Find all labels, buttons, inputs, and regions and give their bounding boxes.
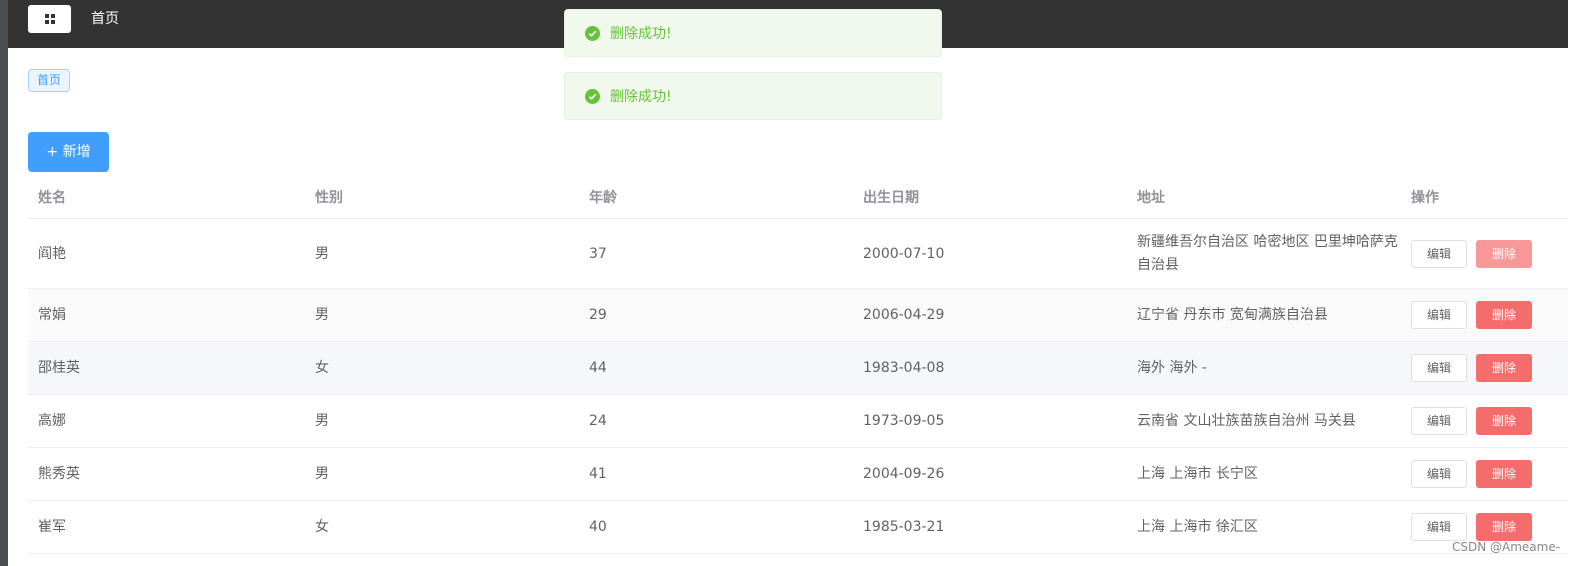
edit-button[interactable]: 编辑 [1411,301,1467,329]
cell-address: 云南省 文山壮族苗族自治州 马关县 [1137,413,1356,429]
edit-button[interactable]: 编辑 [1411,460,1467,488]
cell-age: 29 [589,307,607,323]
cell-name: 崔军 [38,519,66,535]
cell-gender: 男 [315,246,329,262]
table-row: 高娜 男 24 1973-09-05 云南省 文山壮族苗族自治州 马关县 编辑 … [28,395,1568,448]
success-toast: 删除成功! [564,72,942,120]
cell-age: 24 [589,413,607,429]
tab-tag-home[interactable]: 首页 [28,69,71,92]
table-row: 熊秀英 男 41 2004-09-26 上海 上海市 长宁区 编辑 删除 [28,448,1568,501]
cell-age: 37 [589,246,607,262]
column-header-name[interactable]: 姓名 [38,187,66,207]
cell-birthdate: 2000-07-10 [863,246,945,262]
cell-address: 新疆维吾尔自治区 哈密地区 巴里坤哈萨克自治县 [1137,234,1398,273]
check-circle-icon [585,25,600,41]
delete-button[interactable]: 删除 [1476,354,1532,382]
table-row: 常娟 男 29 2006-04-29 辽宁省 丹东市 宽甸满族自治县 编辑 删除 [28,289,1568,342]
cell-address: 上海 上海市 徐汇区 [1137,519,1258,535]
cell-gender: 男 [315,413,329,429]
delete-button[interactable]: 删除 [1476,513,1532,541]
check-circle-icon [585,88,600,104]
column-header-address[interactable]: 地址 [1137,187,1399,207]
cell-address: 海外 海外 - [1137,360,1207,376]
cell-birthdate: 2006-04-29 [863,307,945,323]
watermark: CSDN @Ameame- [1452,540,1561,554]
edit-button[interactable]: 编辑 [1411,354,1467,382]
table-row: 阎艳 男 37 2000-07-10 新疆维吾尔自治区 哈密地区 巴里坤哈萨克自… [28,219,1568,289]
header-title: 首页 [91,11,119,27]
cell-address: 上海 上海市 长宁区 [1137,466,1258,482]
data-table: 姓名 性别 年龄 出生日期 地址 操作 阎艳 男 37 2000-07-10 新… [28,172,1568,554]
delete-button[interactable]: 删除 [1476,240,1532,268]
cell-name: 常娟 [38,307,66,323]
menu-toggle-button[interactable] [28,5,71,33]
edit-button[interactable]: 编辑 [1411,407,1467,435]
edit-button[interactable]: 编辑 [1411,240,1467,268]
cell-gender: 男 [315,466,329,482]
cell-name: 邵桂英 [38,360,80,376]
cell-birthdate: 1985-03-21 [863,519,945,535]
cell-gender: 女 [315,519,329,535]
table-row: 邵桂英 女 44 1983-04-08 海外 海外 - 编辑 删除 [28,342,1568,395]
success-toast: 删除成功! [564,9,942,57]
cell-age: 40 [589,519,607,535]
cell-birthdate: 1973-09-05 [863,413,945,429]
cell-birthdate: 1983-04-08 [863,360,945,376]
column-header-age[interactable]: 年龄 [589,187,617,207]
table-row: 崔军 女 40 1985-03-21 上海 上海市 徐汇区 编辑 删除 [28,501,1568,554]
column-header-gender[interactable]: 性别 [315,187,343,207]
cell-gender: 女 [315,360,329,376]
table-header: 姓名 性别 年龄 出生日期 地址 操作 [28,172,1568,219]
toast-message: 删除成功! [610,26,672,42]
right-edge [1568,0,1579,566]
cell-address: 辽宁省 丹东市 宽甸满族自治县 [1137,307,1328,323]
cell-name: 高娜 [38,413,66,429]
grid-icon [44,14,55,24]
cell-name: 熊秀英 [38,466,80,482]
delete-button[interactable]: 删除 [1476,407,1532,435]
edit-button[interactable]: 编辑 [1411,513,1467,541]
add-button[interactable]: + 新增 [28,132,109,172]
toast-message: 删除成功! [610,89,672,105]
left-edge-strip [0,0,8,566]
delete-button[interactable]: 删除 [1476,460,1532,488]
cell-age: 41 [589,466,607,482]
delete-button[interactable]: 删除 [1476,301,1532,329]
cell-gender: 男 [315,307,329,323]
cell-age: 44 [589,360,607,376]
cell-name: 阎艳 [38,246,66,262]
cell-birthdate: 2004-09-26 [863,466,945,482]
column-header-actions[interactable]: 操作 [1411,187,1439,207]
column-header-birthdate[interactable]: 出生日期 [863,187,919,207]
